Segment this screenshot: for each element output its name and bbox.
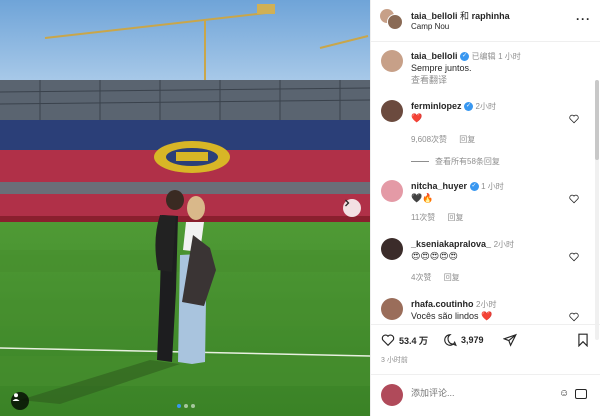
comment-meta: 9,608次赞 回复 (411, 134, 485, 145)
next-photo-button[interactable] (343, 199, 361, 217)
post-photo[interactable] (0, 0, 370, 416)
comment-user[interactable]: _kseniakapralova_ (411, 239, 491, 249)
next-arrow-icon (345, 199, 350, 207)
comment-time: 2小时 (476, 300, 497, 309)
comment-header: ferminlopez ✓ 2小时 (411, 100, 496, 113)
edited-label: 已编辑 (471, 52, 496, 61)
caption-time: 1 小时 (498, 52, 521, 61)
caption-author[interactable]: taia_belloli (411, 51, 458, 61)
comment-icon (444, 334, 457, 347)
comment-avatar[interactable] (381, 180, 403, 202)
comment-time: 2小时 (475, 102, 496, 111)
author-link[interactable]: taia_belloli (411, 11, 458, 21)
posted-time: 3 小时前 (381, 357, 408, 364)
post-actions: 53.4 万 3,979 3 小时前 (371, 324, 600, 374)
comment-time: 2小时 (493, 240, 515, 249)
comment-like-icon[interactable] (569, 252, 579, 262)
comment-avatar[interactable] (381, 298, 403, 320)
share-button[interactable] (503, 333, 517, 347)
reply-button[interactable]: 回复 (444, 273, 460, 282)
share-icon (503, 333, 517, 347)
comment-item: rhafa.coutinho 2小时 Vocês são lindos ❤️ (371, 298, 593, 322)
comment-likes[interactable]: 9,608次赞 (411, 135, 447, 144)
comment-button[interactable]: 3,979 (443, 333, 484, 347)
comment-user[interactable]: ferminlopez (411, 101, 462, 111)
carousel-dot-active (177, 404, 181, 408)
comments-scrollbar-thumb[interactable] (595, 80, 599, 160)
reply-button[interactable]: 回复 (459, 135, 475, 144)
like-button[interactable]: 53.4 万 (381, 333, 428, 347)
comment-like-icon[interactable] (569, 194, 579, 204)
comment-composer: ☺ (371, 374, 600, 416)
comment-avatar[interactable] (381, 100, 403, 122)
comment-like-icon[interactable] (569, 312, 579, 322)
comment-likes[interactable]: 4次赞 (411, 273, 431, 282)
comment-text: 😍😍😍😍😍 (411, 251, 458, 261)
carousel-dots (177, 404, 195, 408)
collab-joiner: 和 (460, 11, 470, 21)
heart-icon (381, 334, 395, 347)
comment-meta: 4次赞 回复 (411, 272, 470, 283)
carousel-dot (184, 404, 188, 408)
caption-avatar[interactable] (381, 50, 403, 72)
user-tag-icon (12, 393, 20, 401)
comment-user[interactable]: rhafa.coutinho (411, 299, 474, 309)
likes-count: 53.4 万 (399, 335, 429, 346)
verified-icon: ✓ (469, 182, 479, 192)
reply-button[interactable]: 回复 (448, 213, 464, 222)
comment-text: ❤️ (411, 113, 423, 123)
verified-icon: ✓ (460, 52, 470, 62)
collaborator-avatar[interactable] (387, 14, 403, 30)
comment-user[interactable]: nitcha_huyer (411, 181, 467, 191)
stadium-photo (0, 0, 370, 416)
caption-text: Sempre juntos. (411, 63, 472, 73)
emoji-icon[interactable]: ☺ (559, 388, 569, 399)
comment-likes[interactable]: 11次赞 (411, 213, 435, 222)
post-authors: taia_belloli 和 raphinha (411, 9, 510, 22)
comment-meta: 11次赞 回复 (411, 212, 474, 223)
comment-avatar[interactable] (381, 238, 403, 260)
save-button[interactable] (577, 333, 589, 347)
comments-count: 3,979 (461, 335, 484, 345)
post-side-panel: taia_belloli 和 raphinha Camp Nou ··· tai… (370, 0, 600, 416)
gif-icon[interactable] (575, 389, 587, 399)
bookmark-icon (578, 333, 588, 347)
comment-text: 🖤🔥 (411, 193, 434, 203)
translate-link[interactable]: 查看翻译 (411, 74, 447, 86)
tagged-users-button[interactable] (11, 392, 29, 410)
carousel-dot (191, 404, 195, 408)
comment-text: Vocês são lindos ❤️ (411, 311, 493, 321)
more-icon[interactable]: ··· (576, 12, 591, 26)
viewer-avatar (381, 384, 403, 406)
collaborator-link[interactable]: raphinha (472, 11, 510, 21)
comment-time: 1 小时 (481, 182, 504, 191)
comment-like-icon[interactable] (569, 114, 579, 124)
verified-icon: ✓ (464, 102, 474, 112)
view-replies-link[interactable]: 查看所有58条回复 (411, 156, 500, 167)
comment-input[interactable] (411, 388, 541, 398)
post-header: taia_belloli 和 raphinha Camp Nou ··· (371, 0, 600, 42)
location-link[interactable]: Camp Nou (411, 22, 449, 31)
